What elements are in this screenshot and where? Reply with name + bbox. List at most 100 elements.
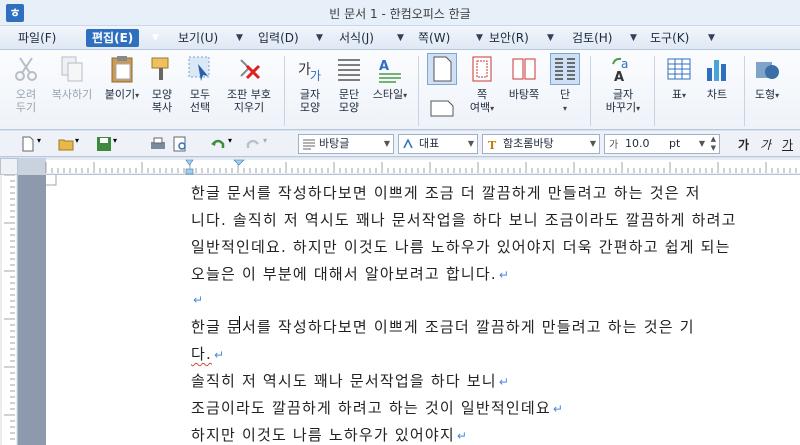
font-combo-value: 함초롬바탕 — [503, 137, 554, 150]
menu-item-1[interactable]: 편집(E) — [86, 29, 140, 47]
page-background-button[interactable]: 바탕쪽 — [504, 54, 544, 101]
chevron-down-icon: ▼ — [589, 139, 596, 148]
window-title: 빈 문서 1 - 한컴오피스 한글 — [329, 7, 471, 21]
text-cursor — [239, 316, 240, 333]
paste-button[interactable]: 붙이기▾ — [104, 54, 140, 102]
chevron-down-icon: ▼ — [467, 139, 474, 148]
columns-icon — [550, 53, 580, 85]
para-shape-button[interactable]: 문단 모양 — [332, 54, 366, 114]
format-brush-icon — [151, 57, 169, 80]
menu-dropdown-icon[interactable]: ▼ — [316, 29, 323, 47]
ruler-corner[interactable] — [0, 158, 18, 175]
menu-item-3[interactable]: 입력(D) — [252, 29, 305, 47]
char-shape-button[interactable]: 가가 글자 모양 — [292, 54, 328, 114]
document-page[interactable]: 한글 문서를 작성하다보면 이쁘게 조금 더 깔끔하게 만들려고 하는 것은 저… — [46, 175, 800, 445]
page-orientation-button[interactable] — [424, 98, 460, 122]
svg-text:A: A — [614, 70, 624, 84]
svg-text:A: A — [379, 59, 389, 74]
font-combo[interactable]: T 함초롬바탕 ▼ — [482, 134, 600, 154]
clear-format-label: 조판 부호 지우기 — [227, 88, 271, 114]
margin-dropdown-icon[interactable]: ▾ — [490, 104, 494, 113]
menu-dropdown-icon[interactable]: ▼ — [630, 29, 637, 47]
bold-button[interactable]: 가 — [738, 136, 749, 153]
menu-item-0[interactable]: 파일(F) — [12, 29, 62, 47]
redo-icon[interactable] — [245, 136, 261, 152]
print-preview-icon[interactable] — [172, 136, 188, 152]
open-folder-icon[interactable] — [58, 136, 74, 152]
document-line-8: 솔직히 저 역시도 꽤나 문서작업을 하다 보니 ↵ — [191, 370, 510, 391]
page-layout-button[interactable] — [424, 53, 460, 88]
menu-dropdown-icon[interactable]: ▼ — [236, 29, 243, 47]
change-char-dropdown-icon[interactable]: ▾ — [636, 104, 640, 113]
copy-button[interactable]: 복사하기 — [48, 54, 96, 101]
menu-item-6[interactable]: 보안(R) — [483, 29, 535, 47]
style-dropdown-icon[interactable]: ▾ — [403, 91, 407, 100]
page-margin-button[interactable]: 쪽 여백▾ — [464, 54, 500, 115]
page-icon — [427, 53, 457, 85]
cut-button[interactable]: 오려 두기 — [8, 54, 44, 114]
menu-dropdown-icon[interactable]: ▼ — [397, 29, 404, 47]
style-label: 스타일 — [372, 88, 404, 101]
table-dropdown-icon[interactable]: ▾ — [682, 91, 686, 100]
shape-dropdown-icon[interactable]: ▾ — [775, 91, 779, 100]
title-bar: ㅎ 빈 문서 1 - 한컴오피스 한글 — [0, 0, 800, 26]
language-combo-icon — [403, 138, 413, 149]
paste-dropdown-icon[interactable]: ▾ — [135, 91, 139, 100]
document-workspace: 한글 문서를 작성하다보면 이쁘게 조금 더 깔끔하게 만들려고 하는 것은 저… — [18, 175, 800, 445]
line-2-text: 니다. 솔직히 저 역시도 꽤나 문서작업을 하다 보니 조금이라도 깔끔하게 … — [191, 211, 737, 229]
change-char-button[interactable]: aA 글자 바꾸기▾ — [600, 54, 646, 115]
shapes-icon — [756, 62, 779, 79]
shape-button[interactable]: 도형▾ — [750, 54, 784, 102]
cut-label: 오려 두기 — [15, 88, 37, 114]
char-shape-label: 글자 모양 — [299, 88, 321, 114]
document-line-10: 하지만 이것도 나름 노하우가 있어야지 ↵ — [191, 424, 468, 445]
svg-text:가: 가 — [310, 69, 321, 83]
open-dropdown-icon[interactable]: ▾ — [75, 136, 91, 152]
print-icon[interactable] — [150, 136, 166, 152]
table-button[interactable]: 표▾ — [664, 54, 694, 102]
new-dropdown-icon[interactable]: ▾ — [37, 136, 53, 152]
columns-dropdown-icon[interactable]: ▾ — [563, 104, 567, 113]
horizontal-ruler[interactable] — [18, 158, 800, 175]
language-combo[interactable]: 대표 ▼ — [398, 134, 478, 154]
menu-dropdown-icon[interactable]: ▼ — [152, 29, 159, 47]
chart-button[interactable]: 차트 — [700, 54, 734, 101]
redo-dropdown-icon[interactable]: ▾ — [263, 136, 279, 152]
clear-format-button[interactable]: 조판 부호 지우기 — [222, 54, 276, 114]
format-copy-button[interactable]: 모양 복사 — [146, 54, 178, 114]
menu-item-5[interactable]: 쪽(W) — [412, 29, 456, 47]
clear-format-icon — [240, 59, 261, 80]
menu-item-7[interactable]: 검토(H) — [566, 29, 618, 47]
clipboard-icon — [111, 56, 133, 83]
style-button[interactable]: A 스타일▾ — [370, 54, 410, 102]
undo-dropdown-icon[interactable]: ▾ — [228, 136, 244, 152]
select-all-button[interactable]: 모두 선택 — [184, 54, 216, 114]
vertical-ruler-ticks — [2, 174, 16, 445]
chart-label: 차트 — [706, 88, 728, 101]
menu-dropdown-icon[interactable]: ▼ — [547, 29, 554, 47]
underline-button[interactable]: 가 — [782, 136, 793, 153]
document-line-2: 니다. 솔직히 저 역시도 꽤나 문서작업을 하다 보니 조금이라도 깔끔하게 … — [191, 209, 737, 230]
undo-icon[interactable] — [210, 136, 226, 152]
svg-text:가: 가 — [609, 139, 618, 150]
menu-item-4[interactable]: 서식(J) — [333, 29, 380, 47]
save-icon[interactable] — [96, 136, 112, 152]
save-dropdown-icon[interactable]: ▾ — [113, 136, 129, 152]
italic-button[interactable]: 가 — [760, 136, 771, 153]
chevron-down-icon: ▼ — [383, 139, 390, 148]
size-stepper-icon[interactable]: ▲ ▼ — [711, 135, 716, 153]
document-line-4: 오늘은 이 부분에 대해서 알아보려고 합니다. ↵ — [191, 263, 510, 284]
format-toolbar: ▾ ▾ ▾ ▾ ▾ 바탕글 ▼ 대표 ▼ T 함초롬바탕 ▼ 가 10.0 pt… — [0, 131, 800, 157]
columns-button[interactable]: 단 ▾ — [548, 53, 582, 115]
font-size-combo[interactable]: 가 10.0 pt ▼ ▲ ▼ — [604, 134, 720, 154]
line-3-text: 일반적인데요. 하지만 이것도 나름 노하우가 있어야지 더욱 간편하고 쉽게 … — [191, 238, 731, 256]
new-document-icon[interactable] — [20, 136, 36, 152]
menu-item-8[interactable]: 도구(K) — [644, 29, 695, 47]
language-combo-value: 대표 — [419, 137, 440, 150]
unit-dropdown-icon[interactable]: ▼ — [699, 135, 705, 153]
menu-dropdown-icon[interactable]: ▼ — [708, 29, 715, 47]
menu-dropdown-icon[interactable]: ▼ — [476, 29, 483, 47]
vertical-ruler[interactable] — [0, 174, 18, 445]
style-combo[interactable]: 바탕글 ▼ — [298, 134, 394, 154]
menu-item-2[interactable]: 보기(U) — [172, 29, 224, 47]
